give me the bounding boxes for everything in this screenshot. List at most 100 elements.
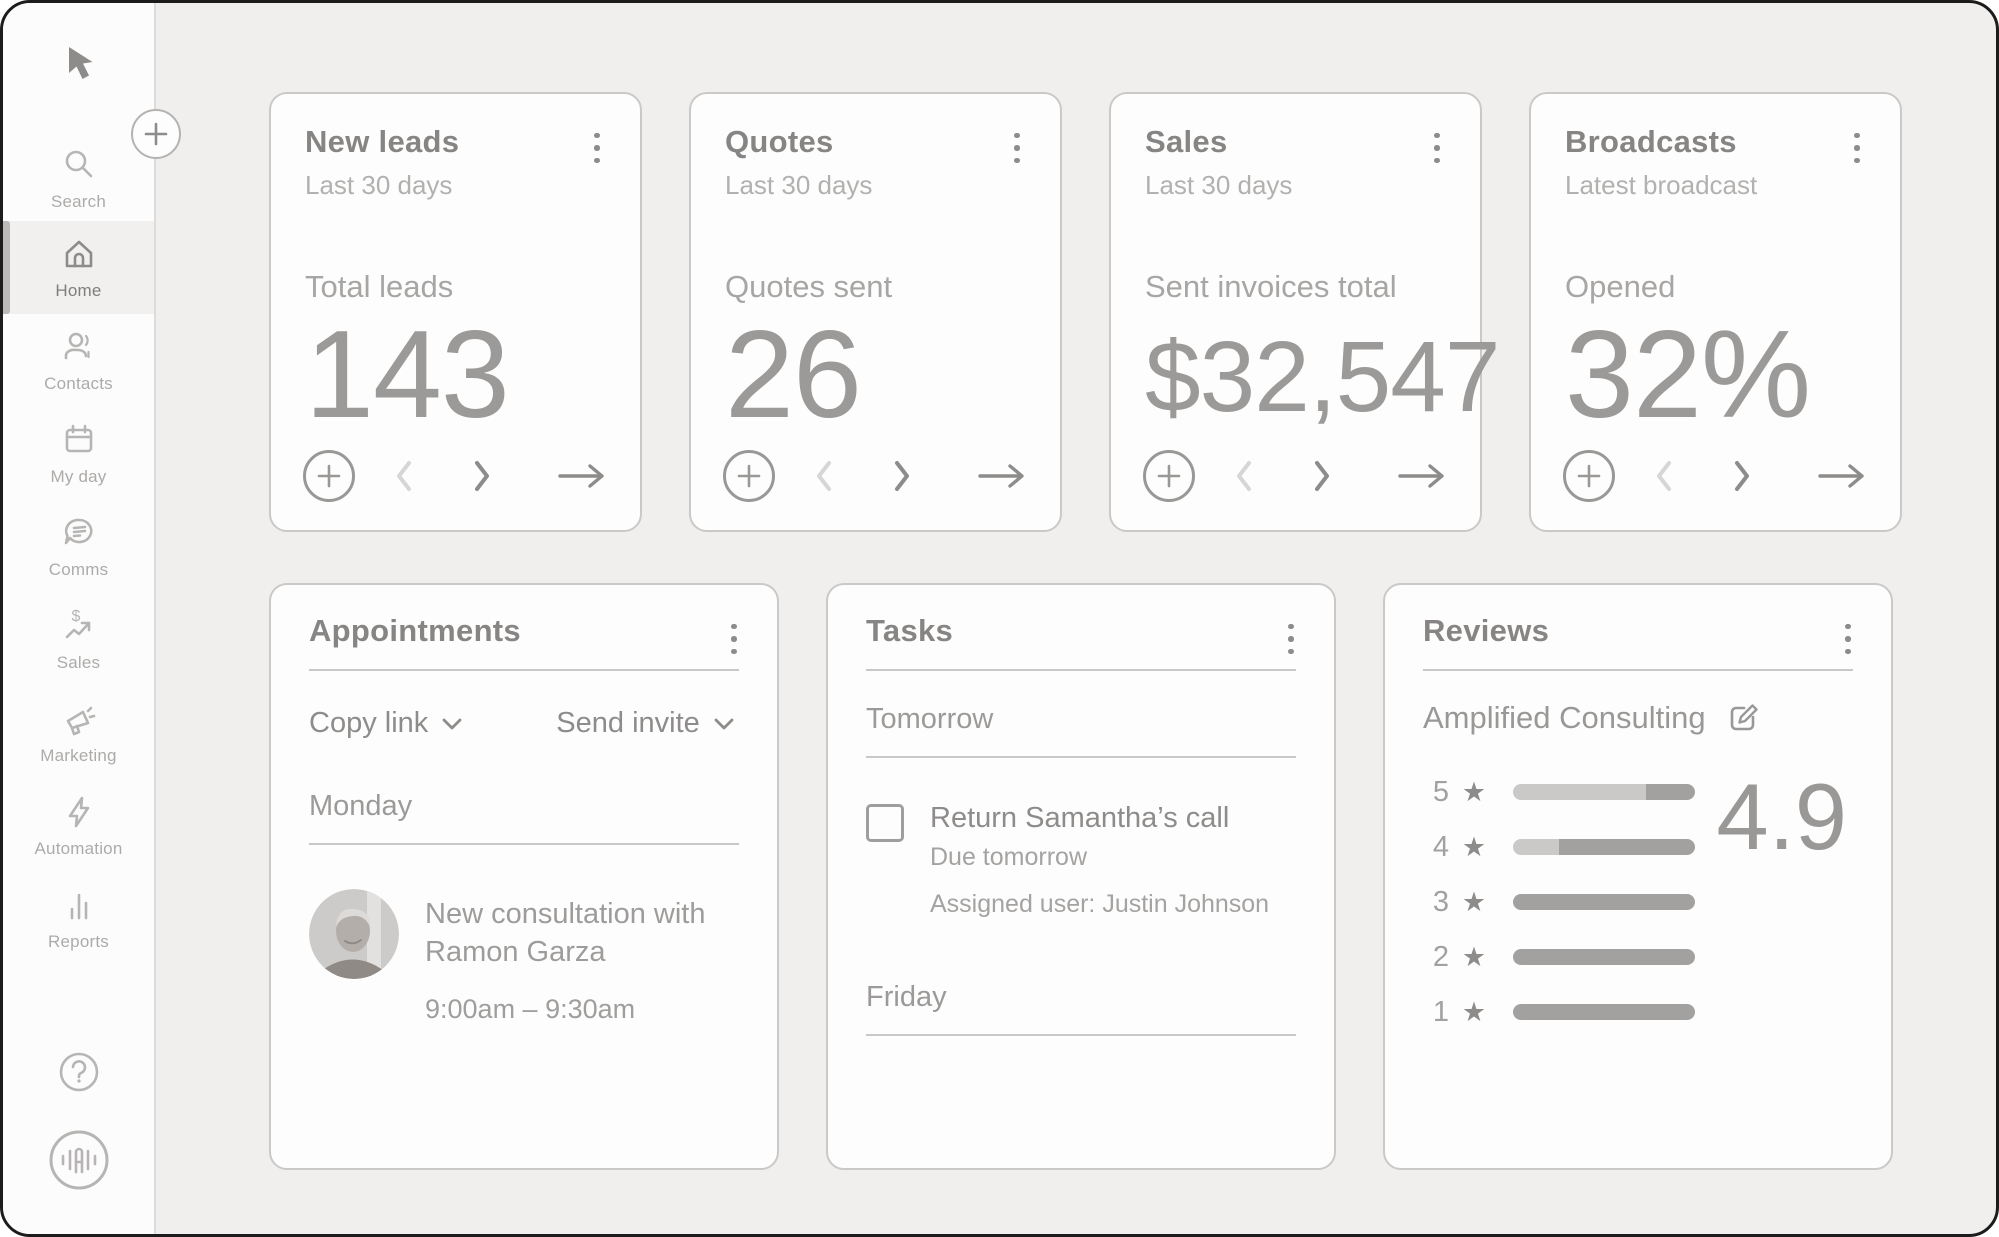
help-button[interactable] bbox=[55, 1048, 103, 1096]
card-title: Broadcasts bbox=[1565, 124, 1866, 160]
chevron-left-icon bbox=[393, 459, 415, 493]
rating-bar bbox=[1513, 839, 1695, 855]
edit-business-button[interactable] bbox=[1724, 699, 1762, 737]
metric-label: Sent invoices total bbox=[1145, 269, 1446, 305]
sidebar-item-marketing[interactable]: Marketing bbox=[3, 686, 154, 779]
metric-value: $32,547 bbox=[1145, 327, 1446, 427]
sidebar-item-search[interactable]: Search bbox=[3, 135, 154, 221]
add-button[interactable] bbox=[303, 450, 355, 502]
chevron-down-icon bbox=[442, 718, 462, 730]
go-to-report-button[interactable] bbox=[556, 461, 608, 491]
sidebar-item-label: Comms bbox=[49, 560, 109, 580]
sidebar-item-contacts[interactable]: Contacts bbox=[3, 314, 154, 407]
go-to-report-button[interactable] bbox=[1816, 461, 1868, 491]
metric-label: Opened bbox=[1565, 269, 1866, 305]
rating-row-label: 5 bbox=[1423, 776, 1449, 809]
keap-logo-icon bbox=[55, 41, 103, 89]
card-new-leads: New leads Last 30 days Total leads 143 bbox=[269, 92, 642, 532]
business-name: Amplified Consulting bbox=[1423, 700, 1706, 736]
home-icon bbox=[59, 234, 99, 274]
appointments-day-label: Monday bbox=[309, 790, 739, 823]
card-footer bbox=[1143, 450, 1448, 502]
chevron-right-icon bbox=[1311, 459, 1333, 493]
next-button[interactable] bbox=[1731, 459, 1753, 493]
add-button[interactable] bbox=[1563, 450, 1615, 502]
card-footer bbox=[723, 450, 1028, 502]
prev-button[interactable] bbox=[1233, 459, 1255, 493]
tasks-section-tomorrow: Tomorrow bbox=[866, 703, 1296, 736]
kebab-menu[interactable] bbox=[1835, 619, 1861, 659]
card-broadcasts: Broadcasts Latest broadcast Opened 32% bbox=[1529, 92, 1902, 532]
lightning-icon bbox=[59, 792, 99, 832]
kebab-menu[interactable] bbox=[1424, 128, 1450, 168]
appointment-item[interactable]: New consultation with Ramon Garza 9:00am… bbox=[309, 889, 739, 1025]
avatar bbox=[309, 889, 399, 979]
bar-segment-dark bbox=[1513, 894, 1695, 910]
rating-bar bbox=[1513, 894, 1695, 910]
business-row: Amplified Consulting bbox=[1423, 699, 1853, 737]
voice-assistant-icon bbox=[43, 1124, 115, 1196]
prev-button[interactable] bbox=[813, 459, 835, 493]
next-button[interactable] bbox=[471, 459, 493, 493]
rating-row-2: 2 ★ bbox=[1423, 940, 1853, 974]
kebab-menu[interactable] bbox=[721, 619, 747, 659]
send-invite-dropdown[interactable]: Send invite bbox=[556, 707, 734, 740]
card-subtitle: Last 30 days bbox=[305, 170, 606, 201]
next-button[interactable] bbox=[891, 459, 913, 493]
dashboard: New leads Last 30 days Total leads 143 bbox=[158, 3, 1996, 1234]
add-button[interactable] bbox=[1143, 450, 1195, 502]
kebab-menu[interactable] bbox=[1844, 128, 1870, 168]
go-to-report-button[interactable] bbox=[1396, 461, 1448, 491]
add-button[interactable] bbox=[723, 450, 775, 502]
copy-link-dropdown[interactable]: Copy link bbox=[309, 707, 462, 740]
avatar-photo bbox=[309, 889, 399, 979]
prev-button[interactable] bbox=[393, 459, 415, 493]
star-icon: ★ bbox=[1457, 997, 1491, 1028]
kebab-menu[interactable] bbox=[584, 128, 610, 168]
bar-segment-light bbox=[1513, 839, 1559, 855]
arrow-right-icon bbox=[556, 461, 608, 491]
card-reviews: Reviews Amplified Consulting 5 ★ bbox=[1383, 583, 1893, 1170]
bar-chart-icon bbox=[59, 885, 99, 925]
stats-row: New leads Last 30 days Total leads 143 bbox=[269, 92, 1996, 532]
plus-icon bbox=[143, 121, 169, 147]
prev-button[interactable] bbox=[1653, 459, 1675, 493]
task-checkbox[interactable] bbox=[866, 804, 904, 842]
arrow-right-icon bbox=[976, 461, 1028, 491]
card-title: Sales bbox=[1145, 124, 1446, 160]
card-tasks: Tasks Tomorrow Return Samantha’s call Du… bbox=[826, 583, 1336, 1170]
go-to-report-button[interactable] bbox=[976, 461, 1028, 491]
bar-segment-dark bbox=[1513, 1004, 1695, 1020]
widgets-row: Appointments Copy link Send invite Monda… bbox=[269, 583, 1996, 1170]
sidebar-item-comms[interactable]: Comms bbox=[3, 500, 154, 593]
global-add-button[interactable] bbox=[131, 109, 181, 159]
metric-value: 143 bbox=[305, 313, 606, 437]
chevron-left-icon bbox=[1653, 459, 1675, 493]
rating-row-label: 4 bbox=[1423, 831, 1449, 864]
sidebar-item-reports[interactable]: Reports bbox=[3, 872, 154, 965]
star-icon: ★ bbox=[1457, 942, 1491, 973]
sidebar-item-label: Sales bbox=[57, 653, 101, 673]
next-button[interactable] bbox=[1311, 459, 1333, 493]
star-icon: ★ bbox=[1457, 887, 1491, 918]
bar-segment-dark bbox=[1513, 949, 1695, 965]
keap-logo[interactable] bbox=[3, 3, 154, 127]
sidebar-item-my-day[interactable]: My day bbox=[3, 407, 154, 500]
rating-bar bbox=[1513, 1004, 1695, 1020]
appointment-details: New consultation with Ramon Garza 9:00am… bbox=[425, 889, 755, 1025]
sidebar-item-automation[interactable]: Automation bbox=[3, 779, 154, 872]
kebab-menu[interactable] bbox=[1278, 619, 1304, 659]
app-window: Search Home Contacts My day bbox=[0, 0, 1999, 1237]
card-footer bbox=[303, 450, 608, 502]
card-title: Tasks bbox=[866, 613, 1296, 649]
sidebar-item-label: Marketing bbox=[40, 746, 116, 766]
task-assigned-user: Assigned user: Justin Johnson bbox=[930, 890, 1269, 919]
rating-bar bbox=[1513, 784, 1695, 800]
sidebar-item-home[interactable]: Home bbox=[3, 221, 154, 314]
plus-icon bbox=[1157, 464, 1181, 488]
assistant-button[interactable] bbox=[43, 1124, 115, 1196]
search-icon bbox=[59, 145, 99, 185]
kebab-menu[interactable] bbox=[1004, 128, 1030, 168]
sidebar-item-sales[interactable]: $ Sales bbox=[3, 593, 154, 686]
rating-row-label: 1 bbox=[1423, 996, 1449, 1029]
